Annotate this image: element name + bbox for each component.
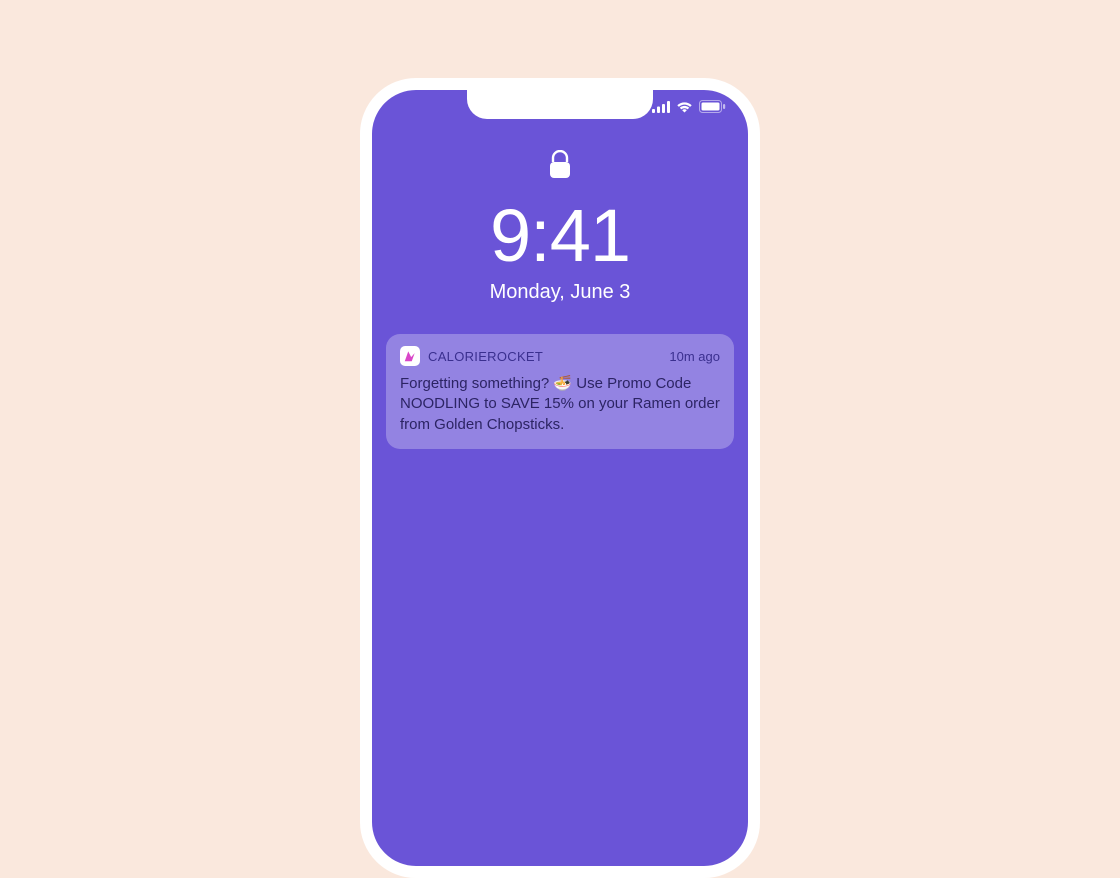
lockscreen-time: 9:41: [372, 199, 748, 273]
notification-app-name: CALORIEROCKET: [428, 349, 543, 364]
notification-app: CALORIEROCKET: [400, 346, 543, 366]
lock-icon: [372, 150, 748, 185]
notification-header: CALORIEROCKET 10m ago: [400, 346, 720, 366]
cellular-signal-icon: [652, 101, 670, 113]
status-bar: [652, 100, 726, 113]
lockscreen: 9:41 Monday, June 3 CALORIEROCKET 10m ag…: [372, 90, 748, 449]
wifi-icon: [676, 101, 693, 113]
phone-frame: 9:41 Monday, June 3 CALORIEROCKET 10m ag…: [360, 78, 760, 878]
phone-notch: [467, 89, 653, 119]
notification-body-prefix: Forgetting something?: [400, 375, 553, 392]
notification-body: Forgetting something? 🍜 Use Promo Code N…: [400, 374, 720, 435]
ramen-emoji: 🍜: [553, 375, 572, 392]
notification-timestamp: 10m ago: [669, 349, 720, 364]
battery-icon: [699, 100, 726, 113]
app-icon: [400, 346, 420, 366]
notification-card[interactable]: CALORIEROCKET 10m ago Forgetting somethi…: [386, 334, 734, 449]
lockscreen-date: Monday, June 3: [372, 281, 748, 304]
